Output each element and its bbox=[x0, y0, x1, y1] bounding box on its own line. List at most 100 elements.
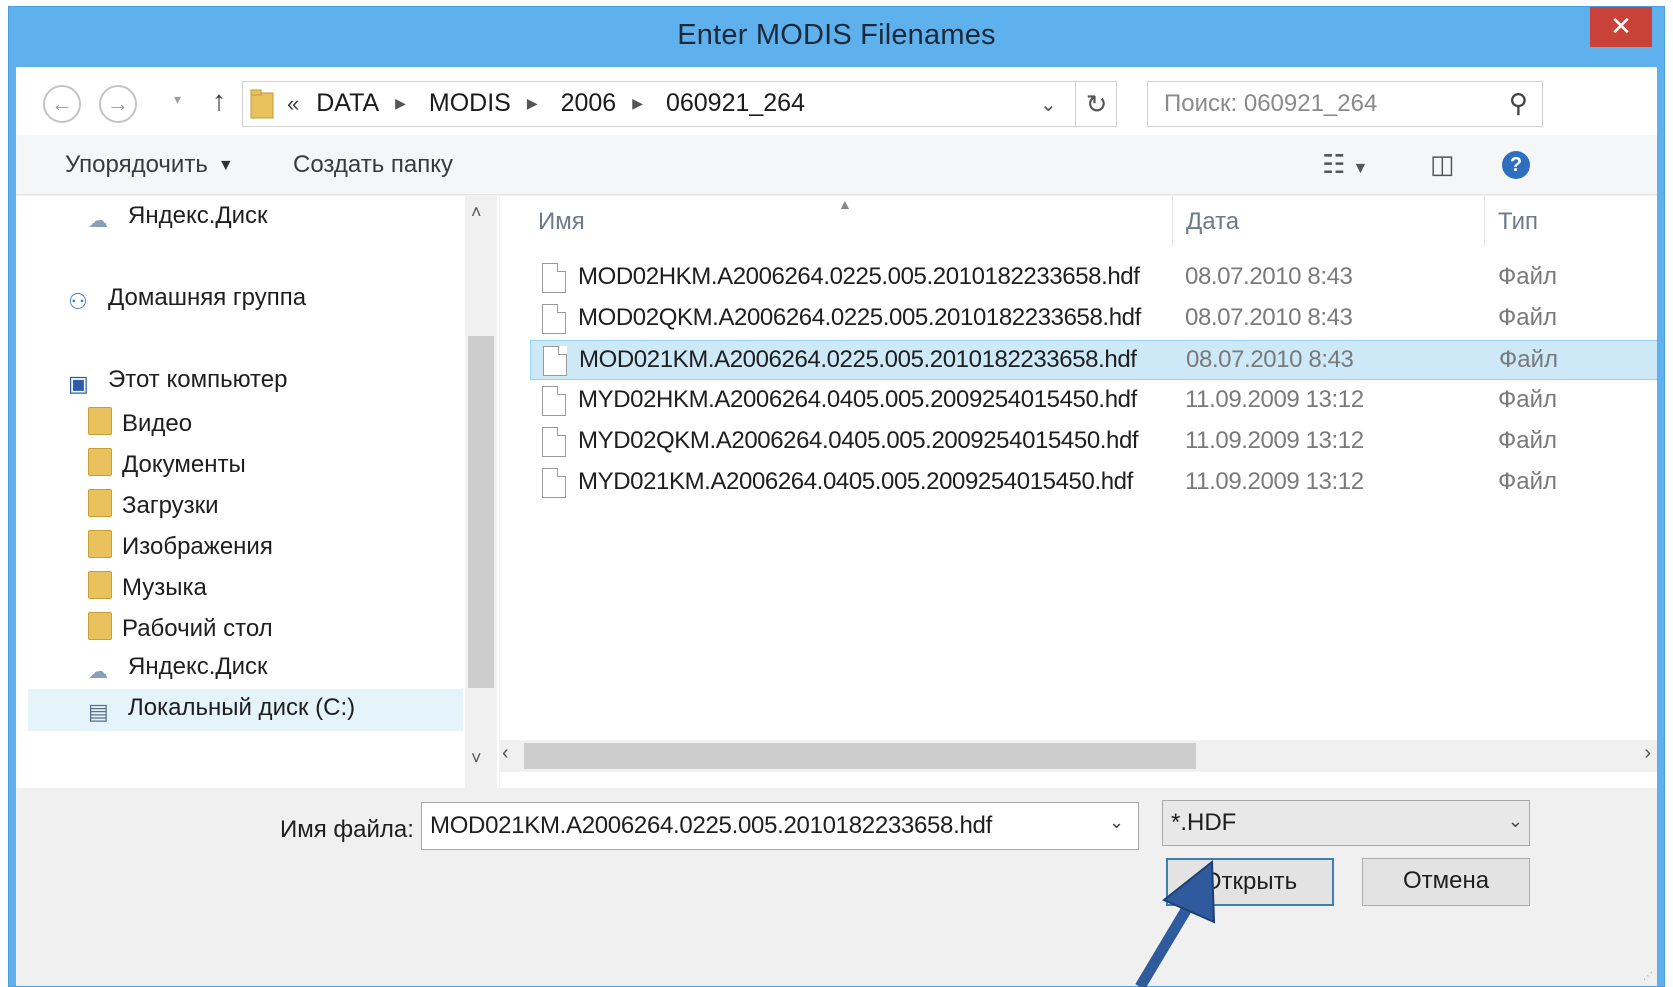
search-icon[interactable]: ⚲ bbox=[1509, 88, 1528, 119]
file-date: 11.09.2009 13:12 bbox=[1185, 468, 1364, 495]
breadcrumb-item-folder[interactable]: 060921_264 bbox=[666, 89, 805, 117]
breadcrumb-item-modis[interactable]: MODIS bbox=[429, 89, 511, 117]
filename-input[interactable]: MOD021KM.A2006264.0225.005.2010182233658… bbox=[421, 802, 1139, 850]
sidebar-item-label: Локальный диск (C:) bbox=[128, 694, 356, 721]
forward-button[interactable]: → bbox=[99, 85, 137, 123]
help-icon[interactable]: ? bbox=[1502, 151, 1530, 179]
file-name: MOD021KM.A2006264.0225.005.2010182233658… bbox=[579, 346, 1137, 373]
annotation-arrow-icon bbox=[1135, 860, 1216, 987]
sidebar-item-yandex-disk[interactable]: ☁ Яндекс.Диск bbox=[88, 202, 268, 234]
file-type: Файл bbox=[1498, 468, 1558, 495]
breadcrumb-separator-icon[interactable]: ▶ bbox=[527, 95, 538, 111]
breadcrumb-item-data[interactable]: DATA bbox=[316, 89, 379, 117]
file-date: 08.07.2010 8:43 bbox=[1185, 263, 1353, 290]
sidebar-item-label: Этот компьютер bbox=[108, 366, 288, 393]
column-header-date[interactable]: Дата bbox=[1186, 208, 1239, 236]
up-button[interactable]: ↑ bbox=[212, 85, 226, 117]
desktop-folder-icon bbox=[88, 612, 112, 640]
sidebar-item-documents[interactable]: Документы bbox=[88, 448, 246, 479]
organize-menu[interactable]: Упорядочить ▼ bbox=[65, 151, 234, 179]
pictures-folder-icon bbox=[88, 530, 112, 558]
video-folder-icon bbox=[88, 407, 112, 435]
sidebar-item-label: Рабочий стол bbox=[122, 615, 273, 642]
scrollbar-thumb[interactable] bbox=[468, 336, 494, 688]
file-row[interactable]: MOD02QKM.A2006264.0225.005.2010182233658… bbox=[530, 299, 1657, 339]
sidebar-item-local-disk[interactable]: ▤ Локальный диск (C:) bbox=[88, 694, 355, 725]
sidebar-item-label: Яндекс.Диск bbox=[128, 653, 268, 680]
file-type-filter[interactable]: *.HDF ⌄ bbox=[1162, 800, 1530, 846]
organize-label: Упорядочить bbox=[65, 151, 208, 178]
view-options-icon[interactable]: ☷ ▼ bbox=[1322, 149, 1368, 180]
file-row-selected[interactable]: MOD021KM.A2006264.0225.005.2010182233658… bbox=[530, 340, 1657, 380]
file-row[interactable]: MYD02HKM.A2006264.0405.005.2009254015450… bbox=[530, 381, 1657, 421]
dialog-footer: Имя файла: MOD021KM.A2006264.0225.005.20… bbox=[16, 788, 1657, 986]
scrollbar-thumb[interactable] bbox=[524, 743, 1196, 769]
chevron-down-icon[interactable]: ⌄ bbox=[1508, 811, 1523, 832]
column-divider[interactable] bbox=[1484, 196, 1485, 246]
new-folder-button[interactable]: Создать папку bbox=[293, 151, 453, 179]
scroll-right-icon[interactable]: › bbox=[1644, 742, 1651, 765]
breadcrumb-item-year[interactable]: 2006 bbox=[561, 89, 617, 117]
sidebar-item-video[interactable]: Видео bbox=[88, 407, 192, 438]
dialog-window: Enter MODIS Filenames ✕ ← → ▾ ↑ « DATA ▶ … bbox=[8, 6, 1665, 987]
column-header-name[interactable]: Имя bbox=[538, 208, 585, 236]
caret-down-icon: ▼ bbox=[217, 157, 234, 174]
file-date: 11.09.2009 13:12 bbox=[1185, 386, 1364, 413]
address-dropdown-icon[interactable]: ⌄ bbox=[1040, 92, 1057, 117]
file-list-scrollbar[interactable]: ‹ › bbox=[500, 740, 1657, 772]
recent-locations-dropdown[interactable]: ▾ bbox=[174, 91, 181, 108]
file-type: Файл bbox=[1498, 427, 1558, 454]
drive-icon: ▤ bbox=[88, 699, 109, 724]
sidebar-item-label: Яндекс.Диск bbox=[128, 202, 268, 229]
file-row[interactable]: MYD021KM.A2006264.0405.005.2009254015450… bbox=[530, 463, 1657, 503]
sidebar-item-desktop[interactable]: Рабочий стол bbox=[88, 612, 273, 643]
file-icon bbox=[542, 263, 566, 293]
column-header-type[interactable]: Тип bbox=[1498, 208, 1538, 236]
sidebar-item-homegroup[interactable]: ⚇ Домашняя группа bbox=[68, 284, 306, 315]
back-button[interactable]: ← bbox=[43, 85, 81, 123]
file-name: MOD02QKM.A2006264.0225.005.2010182233658… bbox=[578, 304, 1141, 331]
scroll-down-icon[interactable]: ˅ bbox=[471, 748, 482, 769]
close-button[interactable]: ✕ bbox=[1590, 7, 1652, 47]
computer-icon: ▣ bbox=[68, 371, 89, 396]
sidebar-item-label: Домашняя группа bbox=[108, 284, 307, 311]
file-type: Файл bbox=[1498, 304, 1558, 331]
dialog-client: ← → ▾ ↑ « DATA ▶ MODIS ▶ 2006 ▶ 060921_264 … bbox=[16, 67, 1657, 986]
breadcrumb-separator-icon[interactable]: ▶ bbox=[395, 95, 406, 111]
scroll-left-icon[interactable]: ‹ bbox=[502, 742, 509, 765]
nav-pane-scrollbar[interactable]: ˄ ˅ bbox=[465, 196, 497, 788]
documents-folder-icon bbox=[88, 448, 112, 476]
sidebar-item-downloads[interactable]: Загрузки bbox=[88, 489, 219, 520]
search-input[interactable]: Поиск: 060921_264 bbox=[1164, 90, 1377, 118]
file-name: MYD02QKM.A2006264.0405.005.2009254015450… bbox=[578, 427, 1139, 454]
sidebar-item-pictures[interactable]: Изображения bbox=[88, 530, 273, 561]
chevron-down-icon[interactable]: ⌄ bbox=[1109, 812, 1124, 833]
breadcrumb-separator-icon[interactable]: ▶ bbox=[632, 95, 643, 111]
sidebar-item-yandex-disk-2[interactable]: ☁ Яндекс.Диск bbox=[88, 653, 268, 685]
refresh-icon[interactable]: ↻ bbox=[1075, 82, 1117, 126]
column-divider[interactable] bbox=[1172, 196, 1173, 246]
file-type: Файл bbox=[1499, 346, 1559, 373]
sidebar-item-label: Загрузки bbox=[122, 492, 219, 519]
file-icon bbox=[542, 304, 566, 334]
sidebar-item-label: Документы bbox=[122, 451, 246, 478]
breadcrumb-overflow[interactable]: « bbox=[287, 91, 299, 116]
file-row[interactable]: MOD02HKM.A2006264.0225.005.2010182233658… bbox=[530, 258, 1657, 298]
file-type: Файл bbox=[1498, 263, 1558, 290]
address-bar[interactable]: « DATA ▶ MODIS ▶ 2006 ▶ 060921_264 ⌄ ↻ bbox=[242, 81, 1117, 127]
file-date: 11.09.2009 13:12 bbox=[1185, 427, 1364, 454]
sidebar-item-label: Видео bbox=[122, 410, 193, 437]
search-box[interactable]: Поиск: 060921_264 ⚲ bbox=[1147, 81, 1543, 127]
breadcrumb: « DATA ▶ MODIS ▶ 2006 ▶ 060921_264 bbox=[287, 89, 805, 118]
file-row[interactable]: MYD02QKM.A2006264.0405.005.2009254015450… bbox=[530, 422, 1657, 462]
sidebar-item-music[interactable]: Музыка bbox=[88, 571, 207, 602]
scroll-up-icon[interactable]: ˄ bbox=[471, 202, 482, 223]
resize-grip-icon[interactable]: ⋰ bbox=[1643, 971, 1653, 982]
file-icon bbox=[542, 386, 566, 416]
title-bar[interactable]: Enter MODIS Filenames ✕ bbox=[9, 7, 1664, 67]
cancel-button[interactable]: Отмена bbox=[1362, 858, 1530, 906]
music-folder-icon bbox=[88, 571, 112, 599]
sidebar-item-this-pc[interactable]: ▣ Этот компьютер bbox=[68, 366, 287, 397]
preview-pane-icon[interactable]: ◫ bbox=[1430, 149, 1455, 180]
file-icon bbox=[542, 427, 566, 457]
